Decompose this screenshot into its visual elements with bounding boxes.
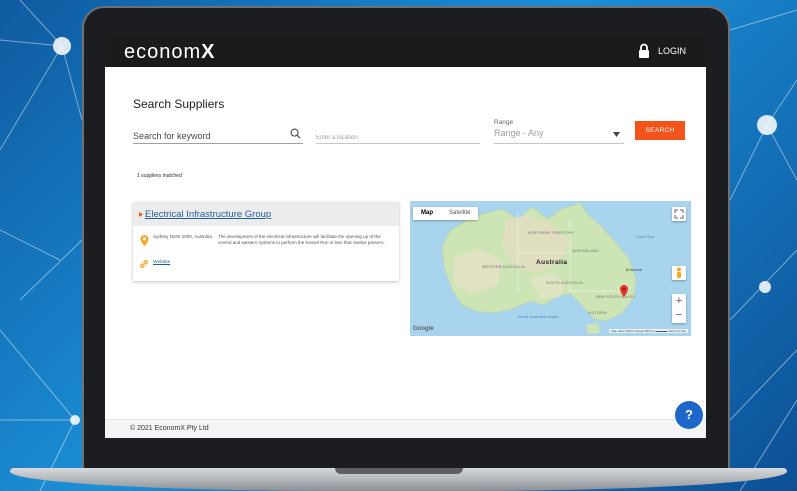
location-input[interactable] — [316, 130, 466, 146]
map-attribution[interactable]: Map data ©2021 Google 500 km ▬▬▬▬ Terms … — [609, 329, 688, 333]
location-field[interactable] — [316, 126, 480, 146]
map-label-nsw: NEW SOUTH WALES — [596, 295, 635, 299]
map-label-qld: QUEENSLAND — [572, 249, 600, 253]
pegman-icon — [677, 267, 681, 278]
map-label-coral-sea: Coral Sea — [636, 235, 655, 239]
page-footer: © 2021 EconomX Pty Ltd — [105, 419, 706, 438]
location-pin-icon — [140, 235, 149, 246]
map-label-wa: WESTERN AUSTRALIA — [482, 265, 525, 269]
login-button[interactable]: LOGIN — [638, 42, 686, 60]
login-label: LOGIN — [657, 46, 686, 56]
keyword-field[interactable] — [133, 126, 303, 144]
map-widget[interactable]: NORTHERN TERRITORY QUEENSLAND WESTERN AU… — [410, 201, 691, 336]
range-select[interactable]: Range - Any — [494, 128, 624, 144]
laptop-bezel — [105, 438, 706, 456]
lock-icon — [638, 43, 649, 58]
tab-satellite[interactable]: Satellite — [441, 207, 478, 220]
zoom-control: + − — [672, 294, 686, 323]
map-type-control: Map Satellite — [413, 207, 479, 220]
app-screen: economX LOGIN Search Suppliers Range Ran… — [105, 35, 706, 438]
card-header: Electrical Infrastructure Group — [133, 202, 399, 226]
zoom-in-button[interactable]: + — [672, 294, 686, 308]
tab-map[interactable]: Map — [413, 207, 441, 220]
street-view-button[interactable] — [672, 266, 686, 280]
supplier-address: Sydney NSW 2000, Australia — [153, 234, 212, 239]
supplier-name-link[interactable]: Electrical Infrastructure Group — [145, 209, 271, 220]
range-label: Range — [494, 119, 514, 126]
link-icon — [140, 260, 148, 268]
map-label-sa: SOUTH AUSTRALIA — [546, 281, 583, 285]
top-navbar: economX LOGIN — [105, 35, 706, 67]
website-link[interactable]: Website — [153, 260, 170, 265]
brand-logo[interactable]: economX — [124, 41, 216, 64]
map-label-brisbane: Brisbane — [626, 268, 643, 272]
search-button[interactable]: SEARCH — [635, 121, 685, 140]
map-country-label: Australia — [536, 259, 568, 266]
map-label-bight: Great Australian Bight — [518, 315, 559, 319]
fullscreen-icon — [674, 209, 684, 219]
search-icon[interactable] — [290, 128, 301, 139]
map-label-nt: NORTHERN TERRITORY — [528, 231, 575, 235]
help-button[interactable]: ? — [675, 401, 703, 429]
chevron-down-icon — [613, 132, 620, 137]
map-label-vic: VICTORIA — [588, 311, 607, 315]
fullscreen-button[interactable] — [672, 207, 686, 221]
caret-right-icon — [139, 212, 143, 217]
google-logo[interactable]: Google — [413, 326, 434, 332]
page-title: Search Suppliers — [133, 97, 225, 111]
footer-copyright: © 2021 EconomX Pty Ltd — [130, 425, 209, 432]
range-value: Range - Any — [494, 128, 544, 138]
match-count: 1 suppliers matched — [137, 173, 182, 179]
supplier-card: Electrical Infrastructure Group Sydney N… — [133, 202, 399, 281]
keyword-input[interactable] — [133, 128, 283, 144]
zoom-out-button[interactable]: − — [672, 308, 686, 322]
supplier-description: The development of the electrical infras… — [218, 234, 385, 246]
laptop-notch — [335, 468, 463, 474]
